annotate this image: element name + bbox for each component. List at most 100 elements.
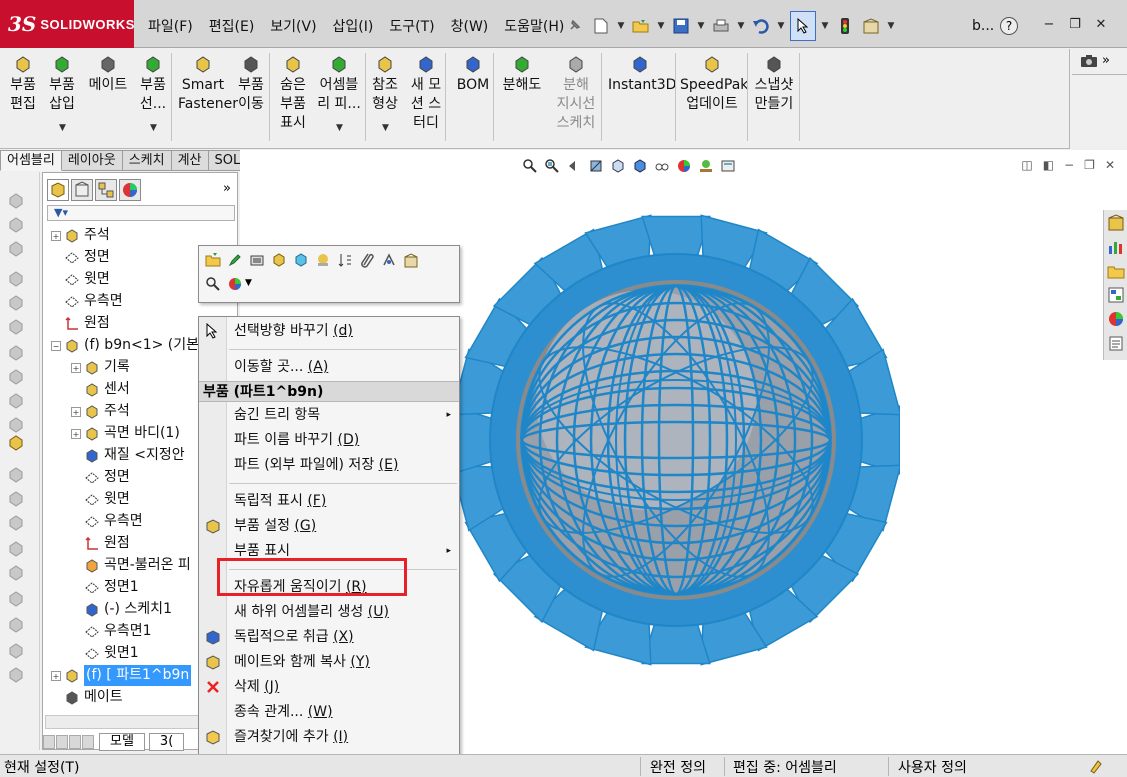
ribbon-button-speedpak[interactable]: SpeedPak 업데이트: [680, 54, 748, 114]
left-tool-icon[interactable]: [7, 434, 25, 452]
reorder-icon[interactable]: [337, 252, 353, 268]
model-3d-view[interactable]: [452, 190, 900, 690]
left-tool-icon[interactable]: [7, 416, 25, 434]
previous-view-icon[interactable]: [566, 158, 582, 174]
camera-icon[interactable]: [1080, 54, 1098, 68]
tree-item[interactable]: 윗면: [51, 269, 110, 290]
print-dropdown-icon[interactable]: ▼: [736, 14, 746, 38]
left-tool-icon[interactable]: [7, 318, 25, 336]
tab-command-3[interactable]: 계산: [171, 150, 209, 171]
tab-nav-last[interactable]: [82, 735, 94, 749]
menu-item[interactable]: 파트 (외부 파일에) 저장 (E): [199, 453, 459, 477]
left-tool-icon[interactable]: [7, 466, 25, 484]
ribbon-button-mate[interactable]: 메이트: [86, 54, 130, 95]
edit-part-icon[interactable]: [227, 252, 243, 268]
tree-item[interactable]: 재질 <지정안: [71, 445, 185, 466]
menu-window[interactable]: 창(W): [443, 16, 497, 38]
tree-item[interactable]: − (f) b9n<1> (기본: [51, 335, 199, 356]
display-manager-tab-icon[interactable]: [119, 179, 141, 201]
tab-3d-views[interactable]: 3(: [148, 733, 185, 751]
status-custom-units[interactable]: 사용자 정의: [898, 757, 967, 777]
ribbon-button-insert-component[interactable]: 부품 삽입: [46, 54, 78, 114]
ribbon-dropdown-icon[interactable]: ▼: [59, 123, 66, 133]
custom-properties-icon[interactable]: [1107, 334, 1125, 352]
left-tool-icon[interactable]: [7, 666, 25, 684]
new-dropdown-icon[interactable]: ▼: [616, 14, 626, 38]
tree-item[interactable]: (-) 스케치1: [71, 599, 172, 620]
tree-item[interactable]: 정면: [71, 467, 130, 488]
solidworks-resources-icon[interactable]: [1107, 214, 1125, 232]
restore-icon[interactable]: ❐: [1066, 16, 1084, 34]
tree-item[interactable]: 원점: [71, 533, 130, 554]
menu-item[interactable]: 숨긴 트리 항목 ▸: [199, 403, 459, 427]
ribbon-button-snapshot[interactable]: 스냅샷 만들기: [752, 54, 796, 114]
save-icon[interactable]: [670, 14, 692, 38]
pin-icon[interactable]: [568, 18, 582, 32]
ribbon-button-show-hidden[interactable]: 숨은 부품 표시: [278, 54, 308, 133]
tree-expander-icon[interactable]: +: [71, 362, 81, 373]
solidworks-logo[interactable]: 3S SOLIDWORKS: [0, 0, 134, 48]
ribbon-dropdown-icon[interactable]: ▼: [382, 123, 389, 133]
feature-manager-tab-icon[interactable]: [47, 179, 69, 201]
tree-item[interactable]: 원점: [51, 313, 110, 334]
tree-expander-icon[interactable]: +: [71, 428, 81, 439]
ribbon-button-assembly-features[interactable]: 어셈블 리 피...: [316, 54, 362, 114]
tree-item[interactable]: 우측면: [51, 291, 123, 312]
ribbon-button-new-motion-study[interactable]: 새 모션 스 터디: [410, 54, 442, 133]
left-tool-icon[interactable]: [7, 514, 25, 532]
ribbon-button-exploded-view[interactable]: 분해도: [500, 54, 544, 95]
ribbon-button-bom[interactable]: BOM: [456, 54, 490, 95]
document-close-icon[interactable]: ✕: [1105, 158, 1115, 172]
tree-item[interactable]: + 기록: [71, 357, 130, 378]
tree-item[interactable]: + 곡면 바디(1): [71, 423, 180, 444]
rebuild-status-icon[interactable]: [1088, 758, 1104, 774]
left-tool-icon[interactable]: [7, 564, 25, 582]
tree-item[interactable]: 윗면1: [71, 643, 139, 664]
tree-expander-icon[interactable]: +: [51, 670, 61, 681]
ribbon-dropdown-icon[interactable]: ▼: [150, 123, 157, 133]
open-dropdown-icon[interactable]: ▼: [656, 14, 666, 38]
tree-item[interactable]: 윗면: [71, 489, 130, 510]
left-tool-icon[interactable]: [7, 590, 25, 608]
hide-show-items-icon[interactable]: [654, 158, 670, 174]
ribbon-button-explode-line-sketch[interactable]: 분해 지시선 스케치: [554, 54, 598, 133]
tab-nav-prev[interactable]: [56, 735, 68, 749]
close-icon[interactable]: ✕: [1092, 16, 1110, 34]
split-vertical-icon[interactable]: ◫: [1021, 158, 1032, 172]
configuration-manager-tab-icon[interactable]: [95, 179, 117, 201]
status-current-config[interactable]: 현재 설정(T): [4, 757, 79, 777]
design-library-icon[interactable]: [1107, 238, 1125, 256]
menu-item[interactable]: 이동할 곳... (A): [199, 355, 459, 379]
tree-item[interactable]: 우측면1: [71, 621, 152, 642]
document-minimize-icon[interactable]: −: [1064, 158, 1074, 172]
menu-file[interactable]: 파일(F): [140, 16, 201, 38]
left-tool-icon[interactable]: [7, 642, 25, 660]
appearance-dropdown-icon[interactable]: ▼: [245, 278, 252, 288]
minimize-icon[interactable]: −: [1040, 16, 1058, 34]
mate-paperclip-icon[interactable]: [359, 252, 375, 268]
component-icon[interactable]: [271, 252, 287, 268]
menu-item[interactable]: 즐겨찾기에 추가 (I): [199, 725, 459, 749]
file-explorer-icon[interactable]: [1107, 262, 1125, 280]
tree-expander-icon[interactable]: +: [51, 230, 61, 241]
ribbon-button-instant3d[interactable]: Instant3D: [608, 54, 676, 95]
zoom-to-area-icon[interactable]: [544, 158, 560, 174]
tree-item[interactable]: + (f) [ 파트1^b9n: [51, 665, 192, 686]
left-tool-icon[interactable]: [7, 392, 25, 410]
tree-item[interactable]: 정면1: [71, 577, 139, 598]
tree-item[interactable]: 우측면: [71, 511, 143, 532]
edit-assembly-icon[interactable]: [249, 252, 265, 268]
left-tool-icon[interactable]: [7, 368, 25, 386]
save-dropdown-icon[interactable]: ▼: [696, 14, 706, 38]
menu-edit[interactable]: 편집(E): [201, 16, 263, 38]
view-orientation-icon[interactable]: [610, 158, 626, 174]
apply-scene-icon[interactable]: [698, 158, 714, 174]
left-tool-icon[interactable]: [7, 192, 25, 210]
tab-command-2[interactable]: 스케치: [122, 150, 172, 171]
options-icon[interactable]: [860, 14, 882, 38]
camera-more[interactable]: »: [1102, 53, 1110, 68]
zoom-to-selection-icon[interactable]: [205, 276, 221, 292]
left-tool-icon[interactable]: [7, 216, 25, 234]
options-dropdown-icon[interactable]: ▼: [886, 14, 896, 38]
tab-nav-first[interactable]: [43, 735, 55, 749]
